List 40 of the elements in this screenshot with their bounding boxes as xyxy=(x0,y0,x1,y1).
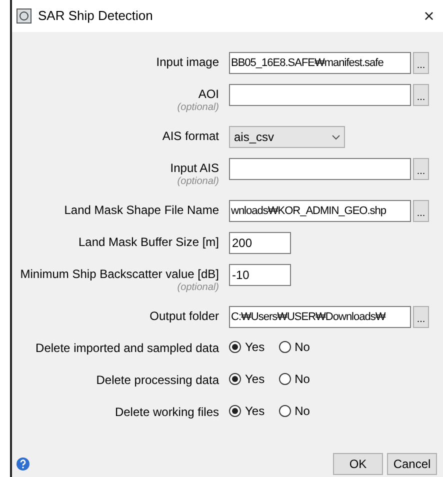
radio-option[interactable]: Yes xyxy=(229,370,265,388)
number-field[interactable]: -10 xyxy=(229,264,291,286)
path-field[interactable]: BB05_16E8.SAFE₩manifest.safe xyxy=(229,52,411,74)
chevron-down-icon xyxy=(332,134,340,140)
browse-button[interactable]: ... xyxy=(413,52,429,74)
browse-button[interactable]: ... xyxy=(413,158,429,180)
dialog-button[interactable]: OK xyxy=(333,453,383,475)
field-label: AIS format xyxy=(162,129,219,144)
help-icon[interactable] xyxy=(16,457,30,471)
field-label: Output folder xyxy=(150,309,219,324)
format-dropdown[interactable]: ais_csv xyxy=(229,126,345,148)
window-title: SAR Ship Detection xyxy=(38,7,153,26)
browse-button[interactable]: ... xyxy=(413,84,429,106)
field-label: Minimum Ship Backscatter value [dB] xyxy=(20,267,219,282)
field-label: Delete processing data xyxy=(96,373,219,388)
radio-option[interactable]: Yes xyxy=(229,338,265,356)
optional-note: (optional) xyxy=(177,176,219,188)
browse-button[interactable]: ... xyxy=(413,306,429,328)
radio-option[interactable]: Yes xyxy=(229,402,265,420)
path-field[interactable] xyxy=(229,84,411,106)
number-field[interactable]: 200 xyxy=(229,232,291,254)
field-label: AOI xyxy=(198,87,219,102)
dialog-button[interactable]: Cancel xyxy=(387,453,437,475)
radio-option[interactable]: No xyxy=(278,370,310,388)
field-label: Land Mask Shape File Name xyxy=(64,203,219,218)
field-label: Land Mask Buffer Size [m] xyxy=(78,235,219,250)
app-icon xyxy=(16,8,32,24)
optional-note: (optional) xyxy=(177,282,219,294)
field-label: Delete working files xyxy=(114,405,219,420)
close-button[interactable]: × xyxy=(419,7,439,25)
path-field[interactable] xyxy=(229,158,411,180)
browse-button[interactable]: ... xyxy=(413,200,429,222)
path-field[interactable]: wnloads₩KOR_ADMIN_GEO.shp xyxy=(229,200,411,222)
radio-option[interactable]: No xyxy=(278,338,310,356)
field-label: Input image xyxy=(156,55,219,70)
field-label: Input AIS xyxy=(170,161,219,176)
path-field[interactable]: C:₩Users₩USER₩Downloads₩ xyxy=(229,306,411,328)
optional-note: (optional) xyxy=(177,102,219,114)
radio-option[interactable]: No xyxy=(278,402,310,420)
field-label: Delete imported and sampled data xyxy=(36,341,219,356)
